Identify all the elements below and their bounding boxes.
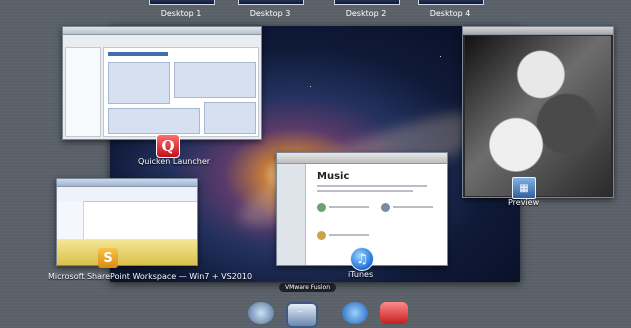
spaces-bar: Desktop 1 Desktop 3 Desktop 2 Desktop 4 xyxy=(0,0,631,24)
space-thumbnail xyxy=(149,0,215,5)
quicken-bills-panel xyxy=(108,108,200,134)
quicken-caption: Quicken Launcher xyxy=(138,157,211,166)
window-titlebar xyxy=(277,153,447,164)
quicken-summary-panel xyxy=(174,62,256,98)
quicken-sidebar xyxy=(65,47,101,137)
quicken-header-bar xyxy=(108,52,168,56)
preview-photo xyxy=(465,36,611,196)
space-desktop-2[interactable]: Desktop 2 xyxy=(326,0,406,22)
space-thumbnail xyxy=(238,0,304,5)
itunes-text-line xyxy=(329,206,369,208)
space-label: Desktop 2 xyxy=(345,9,387,18)
itunes-text-line xyxy=(329,234,369,236)
itunes-sidebar xyxy=(277,164,306,265)
preview-window[interactable] xyxy=(462,26,614,198)
dock-vmware-fusion-icon[interactable] xyxy=(286,302,318,328)
dock-finder-icon[interactable] xyxy=(248,302,274,324)
dock-app-icon[interactable] xyxy=(380,302,408,324)
sharepoint-caption: Microsoft SharePoint Workspace — Win7 + … xyxy=(48,272,253,281)
itunes-text-line xyxy=(393,206,433,208)
space-label: Desktop 3 xyxy=(249,9,291,18)
preview-caption: Preview xyxy=(508,198,540,207)
itunes-text-line xyxy=(317,190,413,192)
space-label: Desktop 4 xyxy=(429,9,471,18)
star xyxy=(440,56,441,57)
window-titlebar xyxy=(57,179,197,187)
quicken-window[interactable] xyxy=(62,26,262,140)
preview-app-icon[interactable]: ▦ xyxy=(512,177,536,199)
itunes-text-line xyxy=(317,185,427,187)
itunes-section-icon xyxy=(317,231,326,240)
dock-safari-icon[interactable] xyxy=(342,302,368,324)
star xyxy=(310,86,311,87)
quicken-calendar xyxy=(204,102,256,134)
sharepoint-ribbon xyxy=(57,187,197,202)
space-desktop-4[interactable]: Desktop 4 xyxy=(410,0,490,22)
itunes-caption: iTunes xyxy=(348,270,374,279)
quicken-main-panel xyxy=(103,47,259,137)
itunes-section-icon xyxy=(317,203,326,212)
quicken-cashflow-table xyxy=(108,62,170,104)
itunes-section-icon xyxy=(381,203,390,212)
space-label: Desktop 1 xyxy=(160,9,202,18)
window-titlebar xyxy=(463,27,613,35)
sharepoint-footer-band xyxy=(57,239,197,265)
dock-tooltip: VMware Fusion xyxy=(279,283,336,292)
space-desktop-3[interactable]: Desktop 3 xyxy=(230,0,310,22)
sharepoint-window[interactable] xyxy=(56,178,198,266)
quicken-app-icon[interactable]: Q xyxy=(156,134,180,158)
itunes-content-title: Music xyxy=(317,171,350,182)
space-thumbnail xyxy=(334,0,400,5)
space-thumbnail xyxy=(418,0,484,5)
itunes-app-icon[interactable]: ♫ xyxy=(350,247,374,271)
sharepoint-app-icon[interactable]: S xyxy=(98,248,118,268)
space-desktop-1[interactable]: Desktop 1 xyxy=(141,0,221,22)
window-titlebar xyxy=(63,27,261,35)
